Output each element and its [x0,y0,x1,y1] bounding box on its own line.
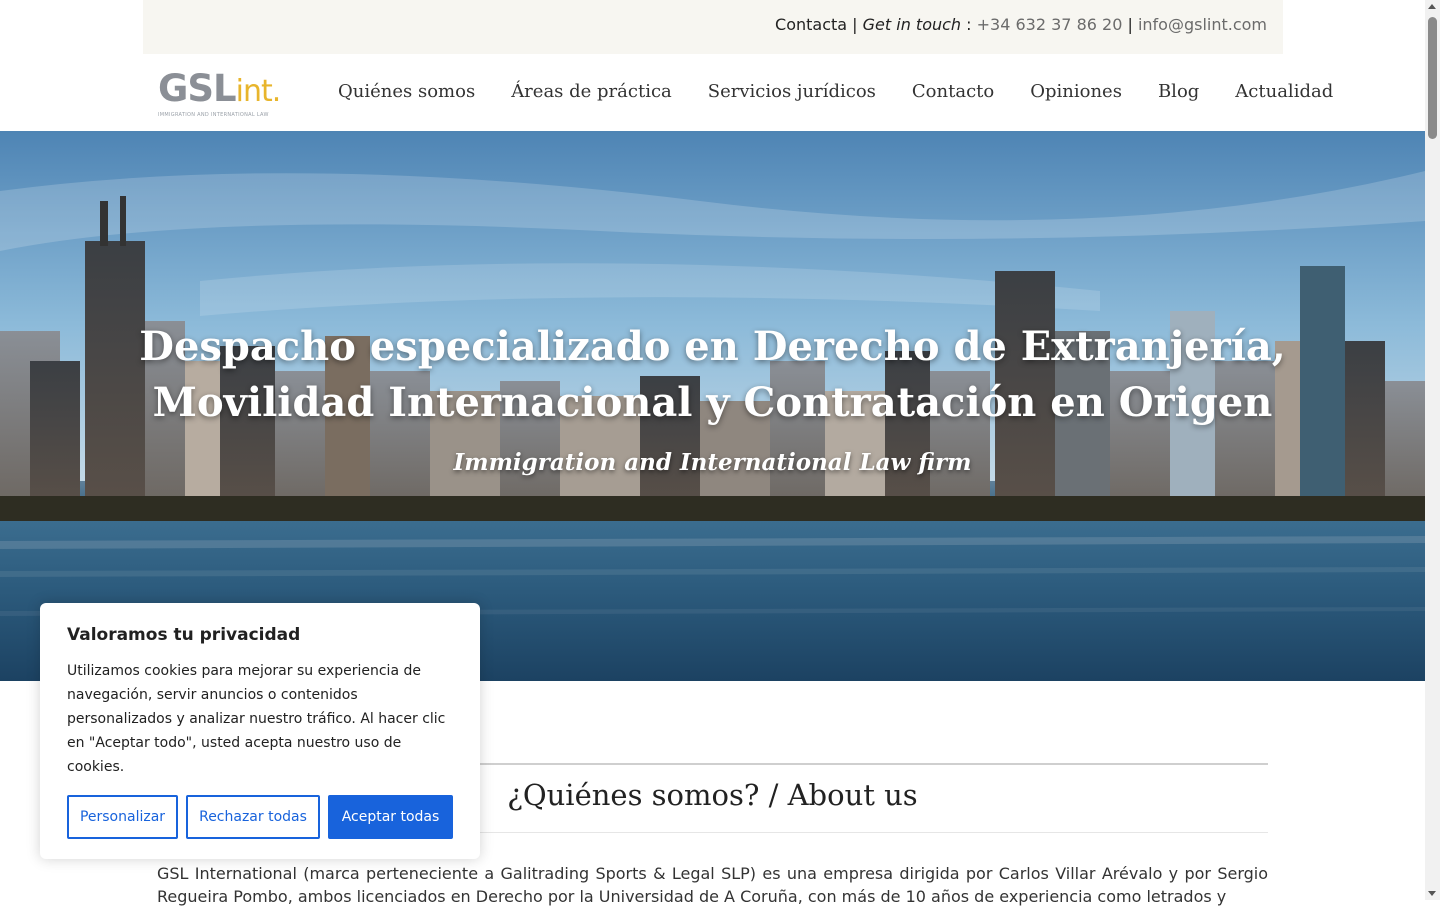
cookie-title: Valoramos tu privacidad [67,625,301,645]
reject-all-button[interactable]: Rechazar todas [186,795,320,839]
top-contact-bar: Contacta | Get in touch : +34 632 37 86 … [143,0,1283,54]
cookie-consent-banner: Valoramos tu privacidad Utilizamos cooki… [40,603,480,859]
main-nav: Quiénes somos Áreas de práctica Servicio… [338,81,1369,102]
separator: | [847,15,863,34]
scroll-down-arrow-icon[interactable] [1428,891,1436,896]
page-scrollbar[interactable] [1425,0,1440,900]
scrollbar-thumb[interactable] [1428,17,1437,139]
nav-item-quienes-somos[interactable]: Quiénes somos [338,81,475,102]
site-header: GSLint. IMMIGRATION AND INTERNATIONAL LA… [0,54,1425,131]
get-in-touch-label: Get in touch [862,15,962,34]
contact-info: Contacta | Get in touch : +34 632 37 86 … [775,15,1267,34]
phone-link[interactable]: +34 632 37 86 20 [977,15,1123,34]
nav-item-blog[interactable]: Blog [1158,81,1199,102]
logo-main: GSL [158,67,237,110]
hero-title-line-2: Movilidad Internacional y Contratación e… [152,379,1273,426]
about-text: GSL International (marca perteneciente a… [157,864,1268,906]
contact-label: Contacta [775,15,848,34]
hero-title: Despacho especializado en Derecho de Ext… [0,319,1425,431]
nav-item-areas-de-practica[interactable]: Áreas de práctica [511,81,672,102]
accept-all-button[interactable]: Aceptar todas [328,795,453,839]
colon: : [961,15,977,34]
customize-button[interactable]: Personalizar [67,795,178,839]
logo-suffix: int. [235,74,282,109]
nav-item-contacto[interactable]: Contacto [912,81,994,102]
cookie-description: Utilizamos cookies para mejorar su exper… [67,663,446,775]
hero-title-line-1: Despacho especializado en Derecho de Ext… [139,323,1286,370]
separator: | [1122,15,1138,34]
site-logo[interactable]: GSLint. IMMIGRATION AND INTERNATIONAL LA… [158,67,282,118]
email-link[interactable]: info@gslint.com [1138,15,1267,34]
nav-item-servicios-juridicos[interactable]: Servicios jurídicos [708,81,876,102]
scroll-up-arrow-icon[interactable] [1428,4,1436,9]
hero-banner: Despacho especializado en Derecho de Ext… [0,131,1425,681]
hero-subtitle: Immigration and International Law firm [453,449,972,476]
nav-item-actualidad[interactable]: Actualidad [1235,81,1333,102]
logo-tagline: IMMIGRATION AND INTERNATIONAL LAW [158,112,269,118]
nav-item-opiniones[interactable]: Opiniones [1030,81,1122,102]
